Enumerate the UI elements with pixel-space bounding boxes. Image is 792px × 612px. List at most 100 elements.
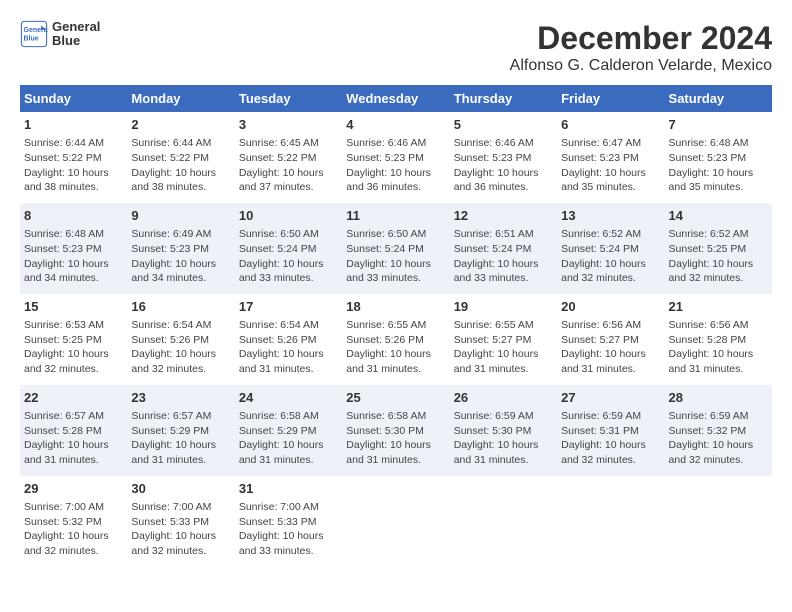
header-cell-friday: Friday [557,85,664,112]
day-info: Sunrise: 6:54 AM Sunset: 5:26 PM Dayligh… [131,318,230,377]
day-number: 20 [561,298,660,316]
day-cell [342,476,449,567]
logo-icon: General Blue [20,20,48,48]
day-info: Sunrise: 6:56 AM Sunset: 5:28 PM Dayligh… [669,318,768,377]
day-cell: 17Sunrise: 6:54 AM Sunset: 5:26 PM Dayli… [235,294,342,385]
logo-line1: General [52,20,100,34]
day-cell: 5Sunrise: 6:46 AM Sunset: 5:23 PM Daylig… [450,112,557,203]
day-number: 26 [454,389,553,407]
header-cell-thursday: Thursday [450,85,557,112]
page-header: General Blue General Blue December 2024 … [20,20,772,75]
day-number: 19 [454,298,553,316]
day-number: 27 [561,389,660,407]
day-cell: 26 Sunrise: 6:59 AM Sunset: 5:30 PM Dayli… [450,385,557,476]
main-title: December 2024 [510,20,772,57]
day-number: 13 [561,207,660,225]
svg-text:General: General [24,27,49,34]
header-cell-sunday: Sunday [20,85,127,112]
calendar-table: SundayMondayTuesdayWednesdayThursdayFrid… [20,85,772,567]
day-info: Sunrise: 7:00 AM Sunset: 5:33 PM Dayligh… [131,500,230,559]
logo: General Blue General Blue [20,20,100,49]
day-info: Sunrise: 6:55 AM Sunset: 5:27 PM Dayligh… [454,318,553,377]
header-cell-wednesday: Wednesday [342,85,449,112]
day-number: 7 [669,116,768,134]
week-row-4: 22 Sunrise: 6:57 AM Sunset: 5:28 PM Dayli… [20,385,772,476]
day-number: 23 [131,389,230,407]
svg-text:Blue: Blue [24,36,39,43]
day-cell: 9Sunrise: 6:49 AM Sunset: 5:23 PM Daylig… [127,203,234,294]
week-row-5: 29 Sunrise: 7:00 AM Sunset: 5:32 PM Dayli… [20,476,772,567]
logo-line2: Blue [52,34,100,48]
day-cell: 21Sunrise: 6:56 AM Sunset: 5:28 PM Dayli… [665,294,772,385]
day-number: 31 [239,480,338,498]
subtitle: Alfonso G. Calderon Velarde, Mexico [510,57,772,75]
week-row-1: 1Sunrise: 6:44 AM Sunset: 5:22 PM Daylig… [20,112,772,203]
day-number: 4 [346,116,445,134]
day-cell: 16 Sunrise: 6:54 AM Sunset: 5:26 PM Dayli… [127,294,234,385]
day-info: Sunrise: 6:51 AM Sunset: 5:24 PM Dayligh… [454,227,553,286]
day-number: 28 [669,389,768,407]
day-number: 17 [239,298,338,316]
day-number: 25 [346,389,445,407]
day-info: Sunrise: 6:52 AM Sunset: 5:24 PM Dayligh… [561,227,660,286]
day-number: 8 [24,207,123,225]
day-info: Sunrise: 6:58 AM Sunset: 5:30 PM Dayligh… [346,409,445,468]
day-cell: 29 Sunrise: 7:00 AM Sunset: 5:32 PM Dayli… [20,476,127,567]
day-info: Sunrise: 6:46 AM Sunset: 5:23 PM Dayligh… [454,136,553,195]
header-cell-tuesday: Tuesday [235,85,342,112]
day-info: Sunrise: 6:50 AM Sunset: 5:24 PM Dayligh… [346,227,445,286]
day-info: Sunrise: 7:00 AM Sunset: 5:32 PM Dayligh… [24,500,123,559]
day-info: Sunrise: 6:52 AM Sunset: 5:25 PM Dayligh… [669,227,768,286]
day-info: Sunrise: 7:00 AM Sunset: 5:33 PM Dayligh… [239,500,338,559]
day-number: 6 [561,116,660,134]
day-number: 11 [346,207,445,225]
day-info: Sunrise: 6:55 AM Sunset: 5:26 PM Dayligh… [346,318,445,377]
day-number: 14 [669,207,768,225]
day-cell: 12 Sunrise: 6:51 AM Sunset: 5:24 PM Dayli… [450,203,557,294]
day-number: 29 [24,480,123,498]
day-number: 2 [131,116,230,134]
day-cell: 28Sunrise: 6:59 AM Sunset: 5:32 PM Dayli… [665,385,772,476]
day-cell: 13 Sunrise: 6:52 AM Sunset: 5:24 PM Dayli… [557,203,664,294]
day-cell: 31 Sunrise: 7:00 AM Sunset: 5:33 PM Dayli… [235,476,342,567]
day-number: 10 [239,207,338,225]
day-number: 3 [239,116,338,134]
day-info: Sunrise: 6:44 AM Sunset: 5:22 PM Dayligh… [24,136,123,195]
day-cell: 10 Sunrise: 6:50 AM Sunset: 5:24 PM Dayli… [235,203,342,294]
day-number: 24 [239,389,338,407]
day-number: 22 [24,389,123,407]
day-cell: 2Sunrise: 6:44 AM Sunset: 5:22 PM Daylig… [127,112,234,203]
day-cell: 27Sunrise: 6:59 AM Sunset: 5:31 PM Dayli… [557,385,664,476]
day-info: Sunrise: 6:48 AM Sunset: 5:23 PM Dayligh… [669,136,768,195]
day-info: Sunrise: 6:46 AM Sunset: 5:23 PM Dayligh… [346,136,445,195]
day-number: 9 [131,207,230,225]
day-number: 12 [454,207,553,225]
day-cell: 14 Sunrise: 6:52 AM Sunset: 5:25 PM Dayli… [665,203,772,294]
day-cell: 25 Sunrise: 6:58 AM Sunset: 5:30 PM Dayli… [342,385,449,476]
calendar-body: 1Sunrise: 6:44 AM Sunset: 5:22 PM Daylig… [20,112,772,567]
day-cell [665,476,772,567]
day-number: 15 [24,298,123,316]
day-cell: 15 Sunrise: 6:53 AM Sunset: 5:25 PM Dayli… [20,294,127,385]
header-row: SundayMondayTuesdayWednesdayThursdayFrid… [20,85,772,112]
day-cell: 6Sunrise: 6:47 AM Sunset: 5:23 PM Daylig… [557,112,664,203]
day-cell: 4 Sunrise: 6:46 AM Sunset: 5:23 PM Daylig… [342,112,449,203]
day-number: 16 [131,298,230,316]
day-cell: 8Sunrise: 6:48 AM Sunset: 5:23 PM Daylig… [20,203,127,294]
day-number: 30 [131,480,230,498]
day-cell [450,476,557,567]
day-cell: 30 Sunrise: 7:00 AM Sunset: 5:33 PM Dayli… [127,476,234,567]
day-cell [557,476,664,567]
day-cell: 1Sunrise: 6:44 AM Sunset: 5:22 PM Daylig… [20,112,127,203]
day-info: Sunrise: 6:57 AM Sunset: 5:28 PM Dayligh… [24,409,123,468]
day-cell: 20Sunrise: 6:56 AM Sunset: 5:27 PM Dayli… [557,294,664,385]
day-cell: 24Sunrise: 6:58 AM Sunset: 5:29 PM Dayli… [235,385,342,476]
day-info: Sunrise: 6:59 AM Sunset: 5:30 PM Dayligh… [454,409,553,468]
day-cell: 19 Sunrise: 6:55 AM Sunset: 5:27 PM Dayli… [450,294,557,385]
day-info: Sunrise: 6:53 AM Sunset: 5:25 PM Dayligh… [24,318,123,377]
calendar-header: SundayMondayTuesdayWednesdayThursdayFrid… [20,85,772,112]
day-info: Sunrise: 6:45 AM Sunset: 5:22 PM Dayligh… [239,136,338,195]
header-cell-monday: Monday [127,85,234,112]
day-info: Sunrise: 6:50 AM Sunset: 5:24 PM Dayligh… [239,227,338,286]
day-info: Sunrise: 6:57 AM Sunset: 5:29 PM Dayligh… [131,409,230,468]
